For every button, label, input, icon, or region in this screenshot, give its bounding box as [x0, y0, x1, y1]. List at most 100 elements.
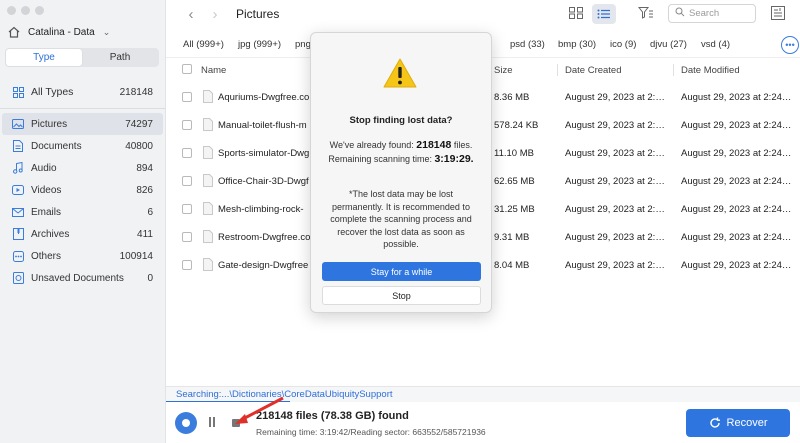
type-item-others[interactable]: Others 100914 — [2, 245, 163, 267]
filter-chip-djvu[interactable]: djvu (27) — [650, 39, 687, 50]
type-item-audio[interactable]: Audio 894 — [2, 157, 163, 179]
type-item-unsaved-documents[interactable]: Unsaved Documents 0 — [2, 267, 163, 289]
type-item-videos[interactable]: Videos 826 — [2, 179, 163, 201]
tab-path[interactable]: Path — [82, 49, 158, 66]
scan-status-bar: Searching:...\Dictionaries\CoreDataUbiqu… — [166, 386, 800, 403]
filter-chip-png[interactable]: png — [295, 39, 311, 50]
mail-icon — [11, 207, 25, 217]
column-divider — [557, 64, 558, 76]
file-name: Aquriums-Dwgfree.co — [218, 92, 310, 103]
row-checkbox[interactable] — [182, 176, 192, 186]
searching-path: Searching:...\Dictionaries\CoreDataUbiqu… — [176, 389, 393, 400]
select-all-checkbox[interactable] — [182, 64, 192, 74]
list-view-icon[interactable] — [592, 4, 616, 24]
sidebar: Catalina - Data ⌄ Type Path All Types 21… — [0, 0, 166, 443]
bottom-bar: 218148 files (78.38 GB) found Remaining … — [166, 402, 800, 443]
file-name: Manual-toilet-flush-m — [218, 120, 307, 131]
document-icon — [11, 140, 25, 152]
row-checkbox[interactable] — [182, 232, 192, 242]
filter-chip-vsd[interactable]: vsd (4) — [701, 39, 730, 50]
file-date-modified: August 29, 2023 at 2:24… — [681, 176, 792, 187]
search-input[interactable] — [689, 8, 749, 19]
file-date-created: August 29, 2023 at 2:… — [565, 120, 665, 131]
others-icon — [11, 250, 25, 262]
grid-icon — [11, 86, 25, 98]
remaining-time: Remaining time: 3:19:42/Reading sector: … — [256, 427, 486, 437]
row-checkbox[interactable] — [182, 204, 192, 214]
row-checkbox[interactable] — [182, 92, 192, 102]
type-item-pictures[interactable]: Pictures 74297 — [2, 113, 163, 135]
file-size: 31.25 MB — [494, 204, 535, 215]
file-date-created: August 29, 2023 at 2:… — [565, 232, 665, 243]
file-size: 8.36 MB — [494, 92, 530, 103]
file-size: 578.24 KB — [494, 120, 539, 131]
row-checkbox[interactable] — [182, 120, 192, 130]
filter-chip-bmp[interactable]: bmp (30) — [558, 39, 596, 50]
file-name: Restroom-Dwgfree.co — [218, 232, 311, 243]
column-header-size[interactable]: Size — [494, 65, 512, 76]
archive-icon — [11, 228, 25, 240]
type-item-emails[interactable]: Emails 6 — [2, 201, 163, 223]
search-box[interactable] — [668, 4, 756, 23]
recover-button[interactable]: Recover — [686, 409, 790, 437]
drive-selector[interactable]: Catalina - Data ⌄ — [6, 22, 159, 42]
home-icon[interactable] — [6, 24, 22, 40]
more-filters-icon[interactable]: ••• — [781, 36, 799, 54]
file-icon — [203, 146, 213, 159]
type-item-documents[interactable]: Documents 40800 — [2, 135, 163, 157]
file-date-modified: August 29, 2023 at 2:24… — [681, 204, 792, 215]
filter-chip-all[interactable]: All (999+) — [183, 39, 224, 50]
tab-type[interactable]: Type — [6, 49, 82, 66]
music-icon — [11, 162, 25, 174]
filter-icon[interactable] — [637, 6, 654, 22]
report-icon[interactable] — [770, 5, 786, 23]
search-icon — [675, 7, 685, 20]
row-checkbox[interactable] — [182, 148, 192, 158]
file-size: 11.10 MB — [494, 148, 534, 159]
file-name: Mesh-climbing-rock- — [218, 204, 304, 215]
filter-chip-jpg[interactable]: jpg (999+) — [238, 39, 281, 50]
type-item-archives[interactable]: Archives 411 — [2, 223, 163, 245]
back-icon[interactable]: ‹ — [182, 5, 200, 23]
warning-icon — [383, 58, 417, 88]
view-mode-tabs: Type Path — [5, 48, 159, 67]
drive-name: Catalina - Data — [28, 26, 95, 38]
file-name: Office-Chair-3D-Dwgf — [218, 176, 309, 187]
dialog-remaining-line: Remaining scanning time: 3:19:29. — [328, 153, 474, 165]
zoom-window-button[interactable] — [35, 6, 44, 15]
row-checkbox[interactable] — [182, 260, 192, 270]
video-icon — [11, 185, 25, 195]
stay-button[interactable]: Stay for a while — [322, 262, 481, 281]
divider — [0, 108, 165, 109]
window-controls — [7, 6, 44, 15]
stop-icon[interactable] — [232, 419, 240, 427]
files-found-summary: 218148 files (78.38 GB) found — [256, 410, 409, 422]
file-icon — [203, 90, 213, 103]
page-title: Pictures — [236, 7, 280, 21]
close-window-button[interactable] — [7, 6, 16, 15]
file-date-created: August 29, 2023 at 2:… — [565, 148, 665, 159]
file-size: 8.04 MB — [494, 260, 530, 271]
dialog-title: Stop finding lost data? — [349, 115, 453, 126]
file-date-modified: August 29, 2023 at 2:24… — [681, 148, 792, 159]
stop-button[interactable]: Stop — [322, 286, 481, 305]
dialog-found-line: We've already found: 218148 files. — [329, 139, 473, 151]
filter-chip-ico[interactable]: ico (9) — [610, 39, 636, 50]
file-icon — [203, 230, 213, 243]
forward-icon[interactable]: › — [206, 5, 224, 23]
file-date-modified: August 29, 2023 at 2:24… — [681, 120, 792, 131]
filter-chip-psd[interactable]: psd (33) — [510, 39, 545, 50]
file-name: Sports-simulator-Dwg — [218, 148, 310, 159]
file-date-modified: August 29, 2023 at 2:24… — [681, 260, 792, 271]
grid-view-icon[interactable] — [568, 6, 586, 22]
column-header-date-created[interactable]: Date Created — [565, 65, 622, 76]
column-header-date-modified[interactable]: Date Modified — [681, 65, 740, 76]
file-date-created: August 29, 2023 at 2:… — [565, 204, 665, 215]
type-item-all[interactable]: All Types 218148 — [2, 80, 163, 104]
scanning-indicator-icon — [175, 412, 197, 434]
chevron-down-icon: ⌄ — [102, 26, 111, 37]
column-header-name[interactable]: Name — [201, 65, 226, 76]
pause-icon[interactable] — [209, 417, 219, 429]
type-list: All Types 218148 Pictures 74297 Document… — [0, 80, 165, 289]
minimize-window-button[interactable] — [21, 6, 30, 15]
